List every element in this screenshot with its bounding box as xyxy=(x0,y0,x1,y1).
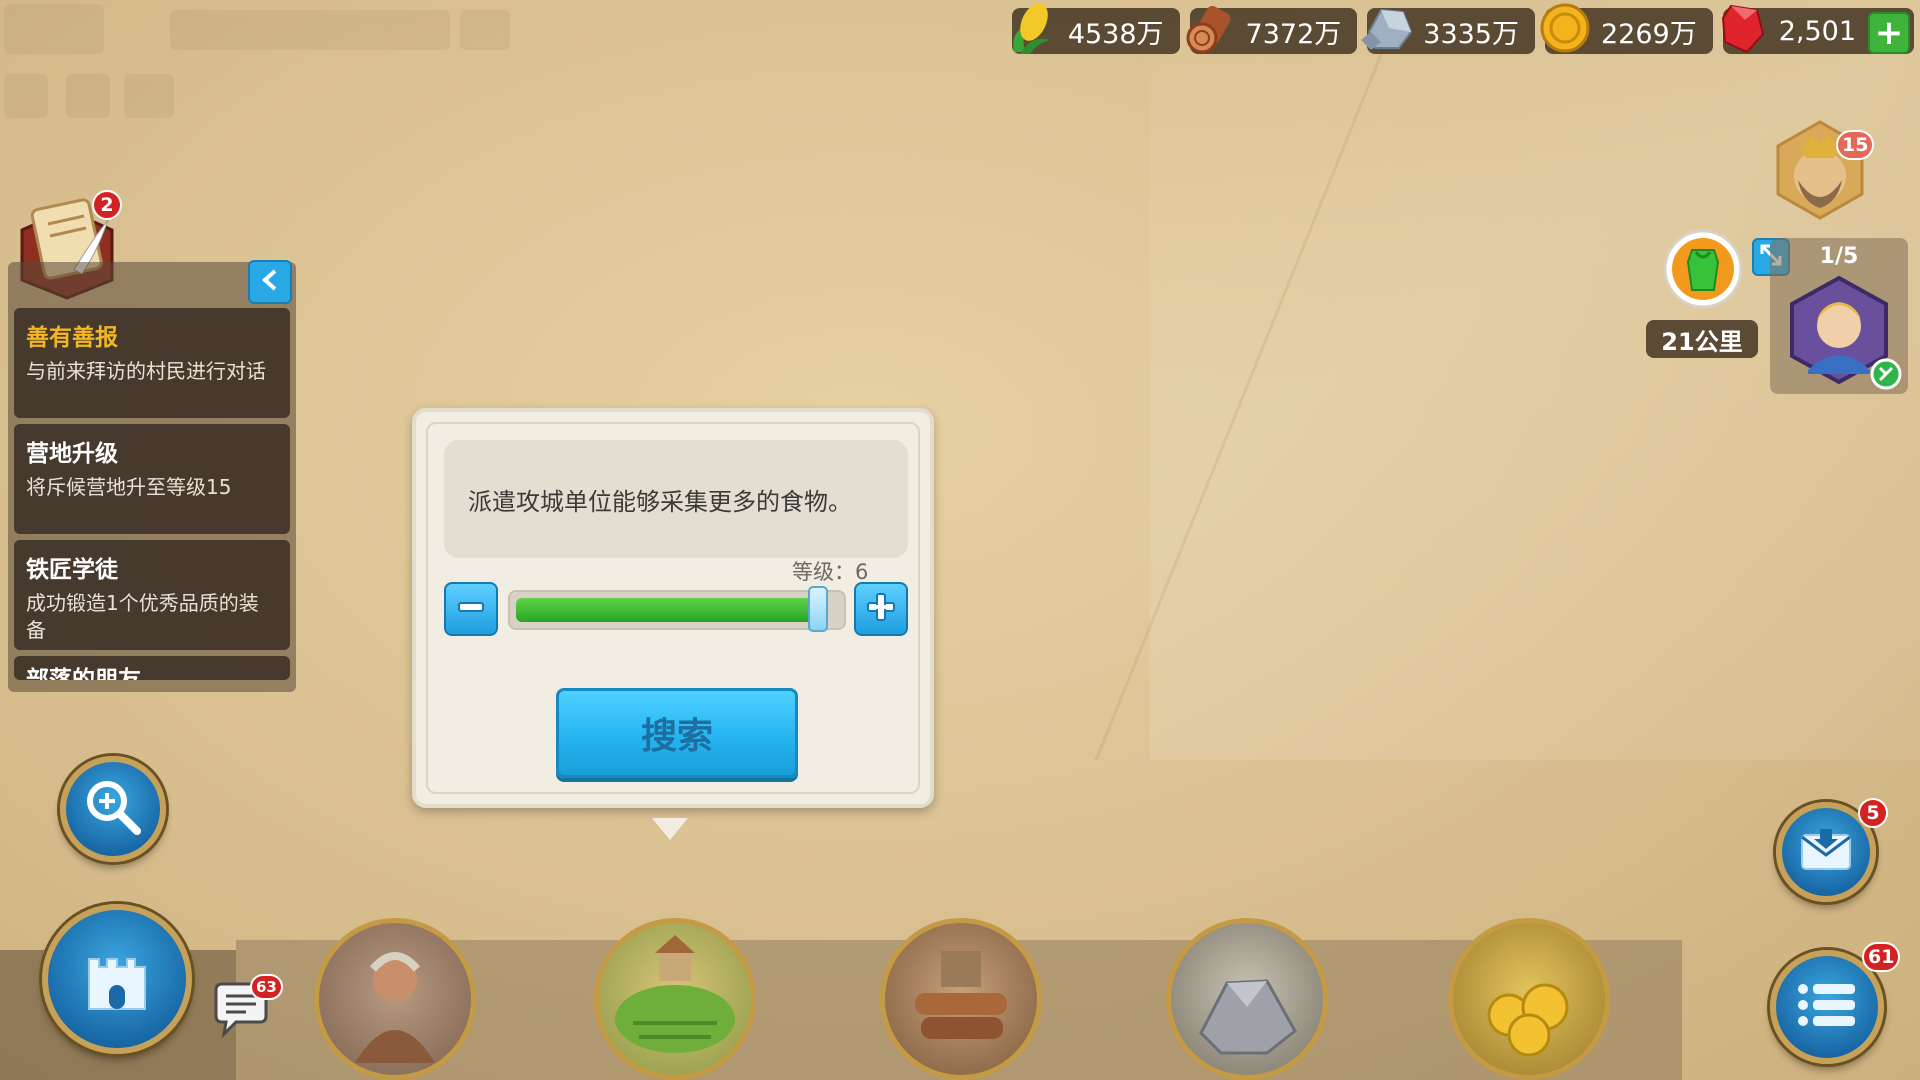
farmland-node[interactable] xyxy=(594,918,756,1080)
wood-amount: 7372万 xyxy=(1245,18,1342,50)
quest-title: 铁匠学徒 xyxy=(26,557,118,583)
quest-description: 成功锻造1个优秀品质的装备 xyxy=(26,591,259,642)
list-menu-icon xyxy=(1795,979,1859,1035)
resource-bar: 4538万 7372万 3335万 2269万 2,501 + xyxy=(1011,3,1914,54)
mail-button[interactable]: 5 xyxy=(1776,798,1888,902)
crop-field-icon xyxy=(615,935,735,1053)
plus-icon xyxy=(864,590,898,628)
lumber-icon xyxy=(915,951,1007,1039)
ruby-gem-icon xyxy=(1715,0,1771,56)
level-slider-fill xyxy=(516,598,818,622)
stone-deposit-node[interactable] xyxy=(1166,918,1328,1080)
barbarian-icon xyxy=(355,952,435,1063)
ghost-icon-3 xyxy=(124,74,174,118)
quest-title: 营地升级 xyxy=(26,441,118,467)
main-menu-button[interactable]: 61 xyxy=(1770,942,1901,1064)
quest-item-2[interactable]: 营地升级 将斥候营地升至等级15 xyxy=(14,424,290,534)
mail-unread-badge: 5 xyxy=(1858,798,1888,828)
stone-icon xyxy=(1359,0,1415,56)
gem-resource[interactable]: 2,501 + xyxy=(1721,4,1914,54)
search-button[interactable]: 搜索 xyxy=(556,688,798,778)
faded-top-left-ui xyxy=(0,0,520,120)
quarry-icon xyxy=(1199,979,1297,1055)
gold-mine-node[interactable] xyxy=(1448,918,1610,1080)
barbarian-node[interactable] xyxy=(314,918,476,1080)
castle-icon xyxy=(77,937,157,1021)
ghost-power xyxy=(170,10,450,50)
gold-resource[interactable]: 2269万 xyxy=(1540,3,1713,54)
buy-gems-button[interactable]: + xyxy=(1868,12,1910,54)
dialog-description: 派遣攻城单位能够采集更多的食物。 xyxy=(444,440,908,558)
quest-title: 善有善报 xyxy=(26,325,118,351)
corn-icon xyxy=(1004,0,1060,56)
food-amount: 4538万 xyxy=(1067,18,1164,50)
minus-icon xyxy=(455,591,487,627)
stone-amount: 3335万 xyxy=(1423,18,1519,50)
quest-item-1[interactable]: 善有善报 与前来拜访的村民进行对话 xyxy=(14,308,290,418)
dialog-pointer xyxy=(652,818,688,840)
quest-description: 将斥候营地升至等级15 xyxy=(26,475,232,499)
level-slider-handle[interactable] xyxy=(808,586,828,632)
menu-notification-badge: 61 xyxy=(1862,942,1901,972)
gem-amount: 2,501 xyxy=(1778,15,1856,47)
ghost-avatar xyxy=(4,4,104,54)
magnifier-icon xyxy=(81,775,145,843)
gathering-troop-icon[interactable] xyxy=(1662,228,1744,310)
lumber-node[interactable] xyxy=(880,918,1042,1080)
quest-description: 与前来拜访的村民进行对话 xyxy=(26,359,266,383)
stone-resource[interactable]: 3335万 xyxy=(1361,8,1535,54)
quest-title: 部落的朋友 xyxy=(26,667,141,680)
quest-count-badge: 2 xyxy=(92,190,122,220)
log-icon xyxy=(1182,0,1238,56)
envelope-icon xyxy=(1798,825,1854,879)
level-label: 等级：6 xyxy=(792,560,869,584)
army-card[interactable]: 1/5 xyxy=(1770,238,1908,394)
ghost-button xyxy=(460,10,510,50)
chat-unread-badge: 63 xyxy=(250,974,283,1000)
quest-item-4[interactable]: 部落的朋友 xyxy=(14,656,290,680)
gold-coin-icon xyxy=(1537,0,1593,56)
gold-mine-icon xyxy=(1487,983,1569,1057)
quest-item-3[interactable]: 铁匠学徒 成功锻造1个优秀品质的装备 xyxy=(14,540,290,650)
return-to-city-button[interactable] xyxy=(42,904,192,1054)
chat-button[interactable]: 63 xyxy=(210,974,283,1042)
ghost-icon-1 xyxy=(4,74,48,118)
march-distance: 21公里 xyxy=(1646,320,1758,358)
collapse-quest-panel-button[interactable] xyxy=(248,260,292,304)
ghost-icon-2 xyxy=(66,74,110,118)
wood-resource[interactable]: 7372万 xyxy=(1186,5,1358,54)
gathering-status-icon xyxy=(1870,358,1902,394)
army-count: 1/5 xyxy=(1819,244,1859,269)
commander-level-badge: 15 xyxy=(1836,130,1875,160)
food-resource[interactable]: 4538万 xyxy=(1011,3,1180,54)
level-slider[interactable] xyxy=(508,586,846,632)
gold-amount: 2269万 xyxy=(1600,18,1697,50)
resource-search-dialog: 派遣攻城单位能够采集更多的食物。 等级：6 搜索 xyxy=(412,408,934,808)
increase-level-button[interactable] xyxy=(854,582,908,636)
decrease-level-button[interactable] xyxy=(444,582,498,636)
commander-portrait[interactable]: 15 xyxy=(1772,118,1875,222)
search-map-button[interactable] xyxy=(60,756,166,862)
chevron-left-icon xyxy=(260,265,280,300)
